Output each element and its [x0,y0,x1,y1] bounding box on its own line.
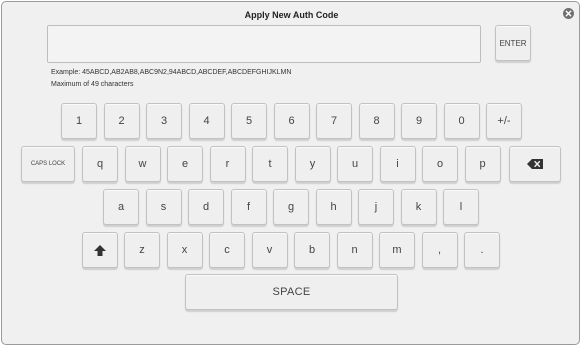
key-y[interactable]: y [294,146,331,182]
key-8[interactable]: 8 [358,103,395,139]
key-j[interactable]: j [358,189,394,225]
backspace-icon [527,159,543,169]
key-t[interactable]: t [252,146,288,182]
key-o[interactable]: o [422,146,458,182]
key-c[interactable]: c [209,232,245,268]
shift-arrow-icon [94,244,106,256]
key-v[interactable]: v [251,232,288,268]
auth-code-input[interactable] [47,25,481,63]
key-period[interactable]: . [464,232,500,268]
key-w[interactable]: w [124,146,161,182]
key-e[interactable]: e [167,146,203,182]
key-z[interactable]: z [124,232,160,268]
key-l[interactable]: l [443,189,479,225]
key-4[interactable]: 4 [188,103,225,139]
key-5[interactable]: 5 [231,103,267,139]
key-g[interactable]: g [273,189,309,225]
key-7[interactable]: 7 [316,103,352,139]
key-p[interactable]: p [464,146,501,182]
max-length-hint: Maximum of 49 characters [51,81,134,88]
key-a[interactable]: a [103,189,139,225]
key-s[interactable]: s [145,189,182,225]
caps-lock-key[interactable]: CAPS LOCK [21,146,75,182]
key-x[interactable]: x [166,232,203,268]
space-key[interactable]: SPACE [185,274,398,310]
key-f[interactable]: f [230,189,267,225]
key-9[interactable]: 9 [401,103,437,139]
key-k[interactable]: k [400,189,437,225]
backspace-key[interactable] [509,146,561,182]
key-u[interactable]: u [337,146,373,182]
key-1[interactable]: 1 [61,103,97,139]
dialog-title: Apply New Auth Code [244,10,339,20]
key-i[interactable]: i [379,146,416,182]
key-d[interactable]: d [188,189,224,225]
key-r[interactable]: r [209,146,246,182]
key-plus-minus[interactable]: +/- [486,103,522,139]
enter-button[interactable]: ENTER [495,25,531,61]
key-3[interactable]: 3 [146,103,182,139]
key-6[interactable]: 6 [273,103,310,139]
key-h[interactable]: h [315,189,352,225]
key-b[interactable]: b [294,232,330,268]
key-comma[interactable]: , [421,232,458,268]
key-q[interactable]: q [82,146,118,182]
key-2[interactable]: 2 [103,103,140,139]
shift-key[interactable] [82,232,118,268]
key-n[interactable]: n [336,232,373,268]
key-m[interactable]: m [379,232,415,268]
close-icon[interactable] [563,8,574,19]
example-hint: Example: 45ABCD,AB2AB8,ABC9N2,94ABCD,ABC… [51,69,292,76]
key-0[interactable]: 0 [443,103,480,139]
